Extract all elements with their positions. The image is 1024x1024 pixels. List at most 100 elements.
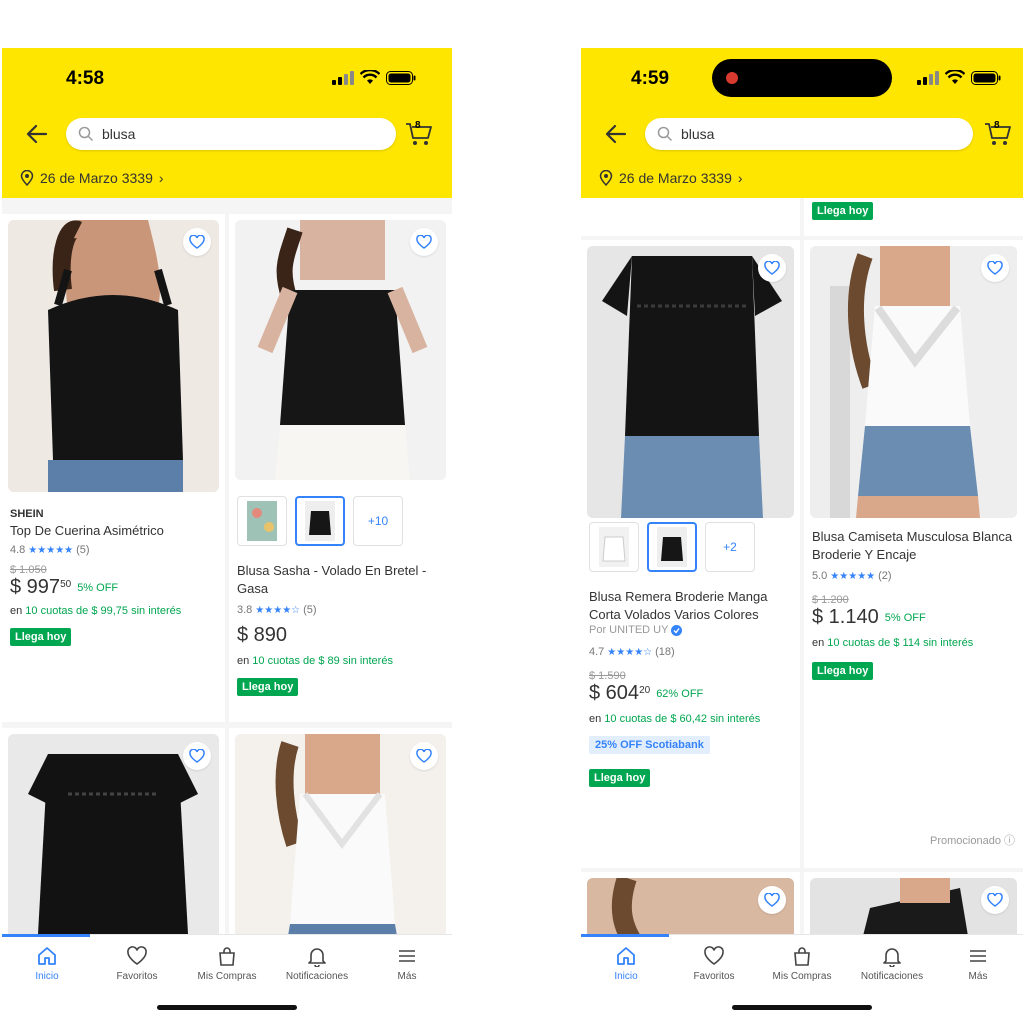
original-price: $ 1.590 bbox=[589, 670, 626, 682]
tab-label: Notificaciones bbox=[860, 971, 924, 982]
tab-label: Favoritos bbox=[116, 971, 158, 982]
dynamic-island bbox=[712, 59, 892, 97]
product-image[interactable] bbox=[235, 220, 446, 480]
tab-inicio[interactable]: Inicio bbox=[581, 945, 671, 982]
tab-mis-compras[interactable]: Mis Compras bbox=[757, 945, 847, 982]
product-title: Top De Cuerina Asimétrico bbox=[10, 523, 164, 538]
installments-prefix: en bbox=[589, 713, 605, 725]
menu-icon bbox=[399, 950, 415, 962]
delivery-address[interactable]: 26 de Marzo 3339 › bbox=[599, 170, 743, 186]
favorite-button[interactable] bbox=[410, 742, 438, 770]
product-image[interactable] bbox=[8, 220, 219, 492]
product-image[interactable] bbox=[810, 246, 1017, 518]
installments: en 10 cuotas de $ 99,75 sin interés bbox=[10, 605, 217, 617]
price-cents: 50 bbox=[60, 579, 72, 590]
variant-black-image bbox=[657, 527, 687, 567]
bell-icon bbox=[883, 948, 901, 967]
tab-favoritos[interactable]: Favoritos bbox=[669, 945, 759, 982]
heart-icon bbox=[764, 261, 780, 275]
tab-label: Inicio bbox=[614, 971, 638, 982]
installments-text: 10 cuotas de $ 89 sin interés bbox=[252, 655, 393, 667]
price-row: $ 60420 62% OFF bbox=[589, 682, 792, 705]
product-photo-leather-top bbox=[8, 220, 219, 492]
tab-mis-compras[interactable]: Mis Compras bbox=[182, 945, 272, 982]
product-card-previous: Llega hoy bbox=[804, 198, 1023, 236]
battery-icon bbox=[971, 70, 1001, 85]
more-variants-button[interactable]: +10 bbox=[353, 496, 403, 546]
app-header: 4:59 blusa 8 26 de Marzo 3339 › bbox=[581, 48, 1023, 198]
product-photo-black-top bbox=[235, 220, 446, 480]
delivery-badge: Llega hoy bbox=[237, 678, 299, 696]
cart-count: 8 bbox=[415, 120, 421, 131]
product-card[interactable]: +10 Blusa Sasha - Volado En Bretel - Gas… bbox=[229, 214, 452, 722]
product-rating: 4.7 ★★★★☆ (18) bbox=[589, 646, 792, 658]
product-card[interactable] bbox=[804, 872, 1023, 934]
installments-text: 10 cuotas de $ 114 sin interés bbox=[827, 637, 974, 649]
cart-button[interactable]: 8 bbox=[404, 118, 434, 148]
current-price: $ 99750 bbox=[10, 576, 71, 599]
battery-icon bbox=[386, 70, 416, 85]
product-image[interactable] bbox=[587, 246, 794, 518]
product-image[interactable] bbox=[8, 734, 219, 934]
rating-stars: ★★★★☆ bbox=[607, 646, 653, 658]
scroll-progress bbox=[2, 934, 90, 937]
variant-thumbnail[interactable] bbox=[589, 522, 639, 572]
tab-label: Inicio bbox=[35, 971, 59, 982]
product-image[interactable] bbox=[235, 734, 446, 934]
back-arrow-icon[interactable] bbox=[603, 121, 629, 147]
tab-mas[interactable]: Más bbox=[362, 945, 452, 982]
search-input[interactable]: blusa bbox=[66, 118, 396, 150]
price-integer: $ 604 bbox=[589, 682, 640, 704]
tab-label: Mis Compras bbox=[772, 971, 832, 982]
product-card-previous bbox=[581, 198, 800, 236]
discount-label: 62% OFF bbox=[656, 688, 704, 700]
product-photo-broderie-blouse bbox=[587, 246, 794, 518]
installments-prefix: en bbox=[10, 605, 26, 617]
product-image[interactable] bbox=[587, 878, 794, 934]
product-image[interactable] bbox=[810, 878, 1017, 934]
promoted-label[interactable]: Promocionado ⓘ bbox=[930, 832, 1015, 848]
variant-thumbnail-selected[interactable] bbox=[295, 496, 345, 546]
favorite-button[interactable] bbox=[410, 228, 438, 256]
tab-notificaciones[interactable]: Notificaciones bbox=[847, 945, 937, 982]
product-card[interactable] bbox=[581, 872, 800, 934]
variant-thumbnail[interactable] bbox=[237, 496, 287, 546]
installments-text: 10 cuotas de $ 60,42 sin interés bbox=[604, 713, 761, 725]
tab-notificaciones[interactable]: Notificaciones bbox=[272, 945, 362, 982]
back-arrow-icon[interactable] bbox=[24, 121, 50, 147]
heart-icon bbox=[704, 946, 724, 965]
discount-label: 5% OFF bbox=[884, 612, 926, 624]
tab-inicio[interactable]: Inicio bbox=[2, 945, 92, 982]
search-input[interactable]: blusa bbox=[645, 118, 973, 150]
promoted-text: Promocionado bbox=[930, 835, 1001, 847]
cart-button[interactable]: 8 bbox=[983, 118, 1013, 148]
favorite-button[interactable] bbox=[981, 254, 1009, 282]
tab-favoritos[interactable]: Favoritos bbox=[92, 945, 182, 982]
current-price: $ 60420 bbox=[589, 682, 650, 705]
search-icon bbox=[657, 126, 673, 142]
more-variants-button[interactable]: +2 bbox=[705, 522, 755, 572]
favorite-button[interactable] bbox=[183, 742, 211, 770]
tab-mas[interactable]: Más bbox=[933, 945, 1023, 982]
installments: en 10 cuotas de $ 114 sin interés bbox=[812, 637, 1015, 649]
product-card[interactable] bbox=[2, 728, 225, 934]
delivery-address[interactable]: 26 de Marzo 3339 › bbox=[20, 170, 164, 186]
variant-thumbnail-selected[interactable] bbox=[647, 522, 697, 572]
product-rating: 5.0 ★★★★★ (2) bbox=[812, 570, 1015, 582]
chevron-right-icon: › bbox=[158, 170, 164, 186]
delivery-badge: Llega hoy bbox=[812, 662, 874, 680]
product-card[interactable]: +2 Blusa Remera Broderie Manga Corta Vol… bbox=[581, 240, 800, 868]
favorite-button[interactable] bbox=[981, 886, 1009, 914]
product-card[interactable]: SHEIN Top De Cuerina Asimétrico 4.8 ★★★★★… bbox=[2, 214, 225, 722]
favorite-button[interactable] bbox=[183, 228, 211, 256]
product-card[interactable] bbox=[229, 728, 452, 934]
search-query: blusa bbox=[681, 126, 715, 142]
bank-promo-badge: 25% OFF Scotiabank bbox=[589, 736, 710, 754]
favorite-button[interactable] bbox=[758, 886, 786, 914]
scroll-progress bbox=[581, 934, 669, 937]
tab-label: Más bbox=[397, 971, 417, 982]
price-row: $ 1.140 5% OFF bbox=[812, 606, 1015, 629]
product-grid: Llega hoy +2 Blusa Remera Broderie Manga… bbox=[581, 198, 1023, 934]
product-card[interactable]: Blusa Camiseta Musculosa Blanca Broderie… bbox=[804, 240, 1023, 868]
favorite-button[interactable] bbox=[758, 254, 786, 282]
